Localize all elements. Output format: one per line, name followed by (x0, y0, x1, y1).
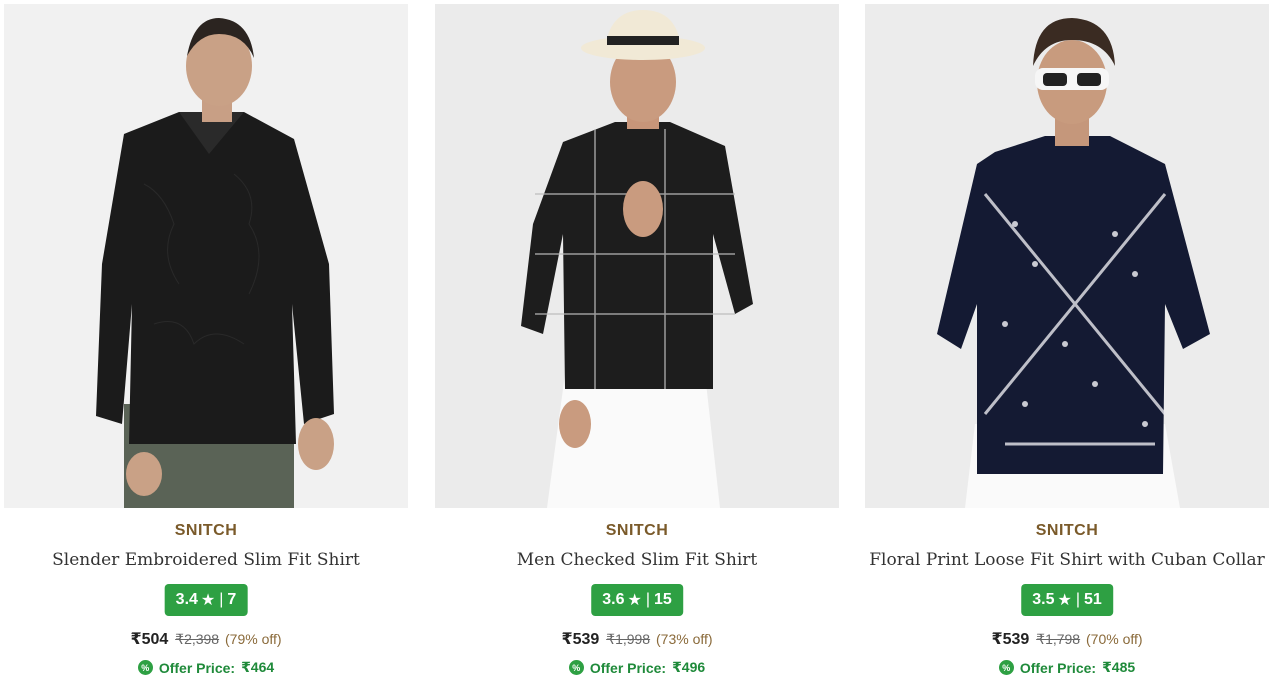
offer-label: Offer Price: (158, 659, 236, 676)
product-title[interactable]: Men Checked Slim Fit Shirt (435, 550, 839, 570)
original-price: ₹1,998 (606, 631, 651, 647)
offer-percent-icon: % (137, 660, 153, 675)
rating-separator: | (645, 591, 650, 608)
price-row: ₹504 ₹2,398 (79% off) (4, 629, 408, 649)
product-image[interactable] (865, 4, 1269, 508)
product-image[interactable] (4, 4, 408, 508)
original-price: ₹2,398 (175, 631, 220, 647)
price-row: ₹539 ₹1,998 (73% off) (435, 629, 839, 649)
review-count: 7 (227, 591, 237, 608)
rating-separator: | (219, 591, 224, 608)
rating-badge[interactable]: 3.6 ★ | 15 (591, 584, 683, 616)
model-black-checked-shirt-icon (435, 4, 839, 508)
star-icon: ★ (200, 592, 216, 609)
original-price: ₹1,798 (1036, 631, 1081, 647)
offer-percent-icon: % (568, 660, 584, 675)
selling-price: ₹539 (561, 631, 600, 648)
offer-price: ₹496 (672, 659, 706, 675)
price-row: ₹539 ₹1,798 (70% off) (865, 629, 1269, 649)
rating-value: 3.6 (602, 591, 625, 608)
star-icon: ★ (1057, 592, 1072, 609)
star-icon: ★ (627, 592, 642, 609)
review-count: 15 (653, 591, 672, 608)
rating-badge[interactable]: 3.4 ★ | 7 (164, 584, 248, 616)
review-count: 51 (1083, 591, 1102, 608)
rating-badge[interactable]: 3.5 ★ | 51 (1021, 584, 1113, 616)
model-navy-bandana-print-shirt-icon (865, 4, 1269, 508)
offer-price: ₹464 (241, 659, 275, 675)
rating-separator: | (1075, 591, 1080, 608)
product-title[interactable]: Slender Embroidered Slim Fit Shirt (4, 550, 408, 570)
product-title[interactable]: Floral Print Loose Fit Shirt with Cuban … (865, 550, 1269, 570)
product-image[interactable] (435, 4, 839, 508)
discount-percent: (79% off) (225, 631, 282, 647)
offer-price-row: % Offer Price: ₹496 (435, 659, 839, 676)
rating-value: 3.4 (175, 591, 198, 608)
offer-label: Offer Price: (1019, 659, 1097, 676)
rating-value: 3.5 (1032, 591, 1055, 608)
brand-name: SNITCH (605, 522, 669, 539)
offer-label: Offer Price: (589, 659, 667, 676)
model-black-embroidered-shirt-icon (4, 4, 408, 508)
brand-name: SNITCH (1035, 522, 1099, 539)
offer-price-row: % Offer Price: ₹485 (865, 659, 1269, 676)
brand-name: SNITCH (174, 522, 238, 539)
product-card[interactable]: SNITCH Men Checked Slim Fit Shirt 3.6 ★ … (435, 0, 839, 684)
discount-percent: (70% off) (1086, 631, 1143, 647)
offer-percent-icon: % (998, 660, 1014, 675)
selling-price: ₹504 (130, 631, 169, 648)
selling-price: ₹539 (991, 631, 1030, 648)
product-card[interactable]: SNITCH Floral Print Loose Fit Shirt with… (865, 0, 1269, 684)
offer-price: ₹485 (1102, 659, 1136, 675)
discount-percent: (73% off) (656, 631, 713, 647)
product-grid: SNITCH Slender Embroidered Slim Fit Shir… (0, 0, 1273, 684)
offer-price-row: % Offer Price: ₹464 (4, 659, 408, 676)
product-card[interactable]: SNITCH Slender Embroidered Slim Fit Shir… (4, 0, 408, 684)
